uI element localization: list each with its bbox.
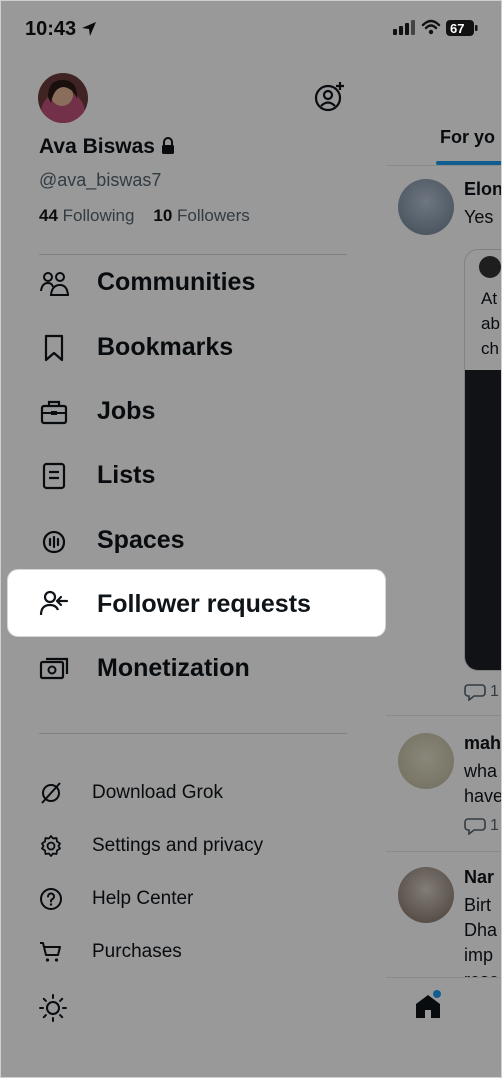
battery-level: 67 bbox=[450, 21, 465, 36]
menu-item-follower-requests[interactable]: Follower requests bbox=[8, 570, 385, 636]
dim-overlay bbox=[1, 1, 501, 1077]
phone-screen: For yo Elon Yes At ab ch 1 mah wha have … bbox=[0, 0, 502, 1078]
status-icons bbox=[393, 19, 478, 36]
follower-request-icon bbox=[39, 590, 69, 616]
menu-label: Follower requests bbox=[97, 590, 311, 618]
